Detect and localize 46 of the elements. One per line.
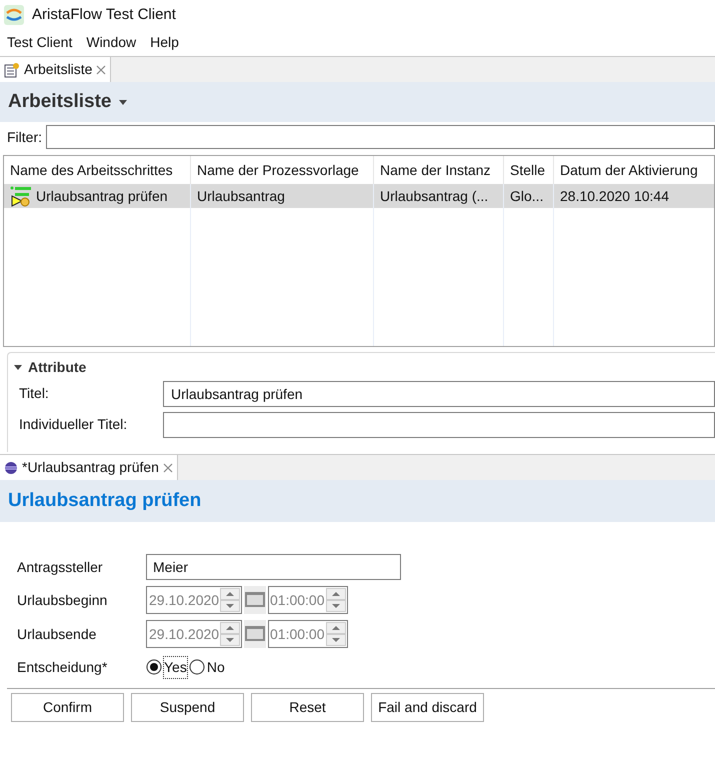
field-label: Entscheidung*	[17, 658, 108, 677]
sphere-icon	[4, 460, 18, 474]
close-icon[interactable]	[96, 64, 106, 74]
view-tab[interactable]: *Urlaubsantrag prüfen	[0, 455, 178, 480]
field-label: Titel:	[18, 384, 50, 403]
task-icon	[10, 185, 34, 207]
form-button[interactable]: Fail and discard	[371, 693, 484, 722]
dropdown-caret-icon[interactable]	[119, 100, 128, 104]
calendar-icon[interactable]	[244, 586, 266, 614]
form-title: Urlaubsantrag prüfen	[8, 488, 202, 513]
form-button[interactable]: Suspend	[131, 693, 244, 722]
view-tab[interactable]: Arbeitsliste	[0, 57, 112, 82]
field-label: Urlaubsbeginn	[17, 590, 108, 610]
radio-button[interactable]: Yes	[146, 656, 187, 678]
table-cell-text: 28.10.2020 10:44	[560, 186, 669, 206]
section-title: Arbeitsliste	[8, 90, 112, 114]
field-label: Urlaubsende	[17, 624, 98, 644]
radio-circle-icon[interactable]	[188, 659, 205, 675]
form-button[interactable]: Reset	[251, 693, 364, 722]
field-label: Individueller Titel:	[18, 415, 128, 434]
calendar-icon[interactable]	[244, 620, 266, 648]
window-title: AristaFlow Test Client	[32, 4, 176, 25]
table-cell-text: Glo...	[510, 186, 544, 206]
table-row[interactable]: Urlaubsantrag prüfen Urlaubsantrag Urlaubsantrag (... Glo... 28.10.2020 10:44	[4, 184, 714, 208]
text-field[interactable]	[163, 412, 715, 438]
table-cell-text: Urlaubsantrag (...	[380, 186, 488, 206]
filter-label: Filter:	[7, 128, 42, 146]
radio-button[interactable]: No	[188, 656, 225, 678]
spinner-icon[interactable]	[326, 622, 346, 646]
section-toggle[interactable]: Attribute	[8, 353, 715, 381]
app-logo-icon	[4, 5, 24, 25]
close-icon[interactable]	[162, 462, 173, 472]
field-label: Antragssteller	[17, 558, 104, 577]
list-icon	[4, 62, 20, 78]
spinner-icon[interactable]	[326, 588, 346, 612]
radio-circle-icon[interactable]	[146, 659, 162, 675]
menu-item[interactable]: Help	[150, 32, 179, 52]
menu-item[interactable]: Window	[86, 32, 136, 52]
form-button[interactable]: Confirm	[11, 693, 124, 722]
table-cell-text: Urlaubsantrag	[197, 186, 285, 206]
menu-item[interactable]: Test Client	[7, 32, 72, 52]
table-cell-text: Urlaubsantrag prüfen	[36, 186, 168, 206]
text-field[interactable]: Meier	[146, 554, 401, 580]
text-field[interactable]: Urlaubsantrag prüfen	[163, 381, 715, 407]
filter-field[interactable]	[46, 125, 715, 149]
expand-caret-icon[interactable]	[14, 364, 22, 370]
